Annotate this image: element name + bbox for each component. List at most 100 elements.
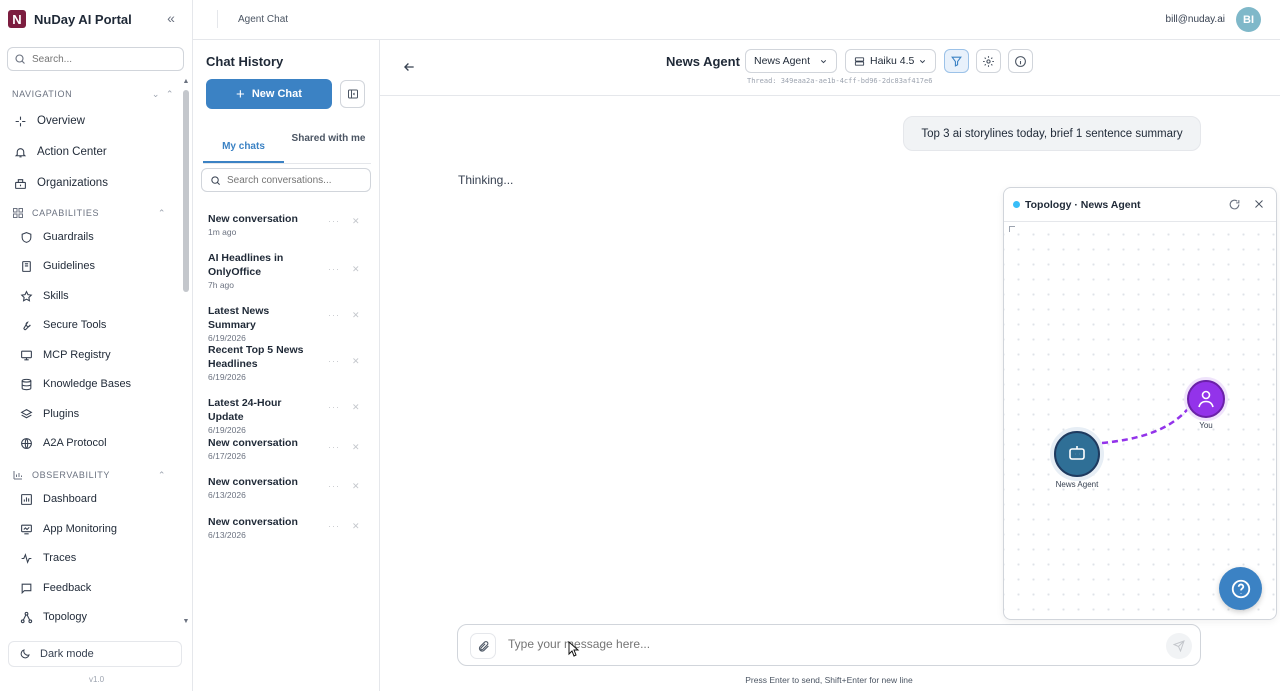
agent-select-value: News Agent <box>754 55 811 67</box>
paperclip-icon <box>478 640 489 652</box>
conversation-item[interactable]: AI Headlines in OnlyOffice 7h ago ··· ✕ <box>208 251 368 290</box>
nav-organizations-label: Organizations <box>37 177 108 189</box>
conversation-item[interactable]: Latest 24-Hour Update 6/19/2026 ··· ✕ <box>208 396 368 435</box>
conversation-search-input[interactable] <box>227 174 367 186</box>
collapse-sidebar-icon[interactable]: « <box>162 10 180 28</box>
wrench-icon <box>23 320 31 330</box>
tab-shared-with-me[interactable]: Shared with me <box>291 133 366 144</box>
delete-conversation-icon[interactable]: ✕ <box>352 216 360 227</box>
tab-my-chats[interactable]: My chats <box>203 141 284 152</box>
conversation-time: 6/19/2026 <box>208 333 246 343</box>
nav-knowledge-bases-label: Knowledge Bases <box>43 378 132 390</box>
collapse-all-icon[interactable]: ⌃ <box>166 89 174 100</box>
delete-conversation-icon[interactable]: ✕ <box>352 402 360 413</box>
capabilities-section-header[interactable]: CAPABILITIES ⌃ <box>12 207 172 219</box>
help-button[interactable] <box>1219 567 1262 610</box>
scroll-down-arrow[interactable]: ▼ <box>182 618 190 625</box>
observability-section-header[interactable]: OBSERVABILITY ⌃ <box>12 469 172 481</box>
moon-icon <box>20 649 30 659</box>
header-divider <box>380 95 1280 96</box>
brand[interactable]: N NuDay AI Portal <box>8 9 132 29</box>
more-options-icon[interactable]: ··· <box>328 216 340 226</box>
delete-conversation-icon[interactable]: ✕ <box>352 264 360 275</box>
nav-overview-label: Overview <box>37 115 85 127</box>
delete-conversation-icon[interactable]: ✕ <box>352 481 360 492</box>
nav-skills[interactable]: Skills <box>20 285 180 307</box>
nav-organizations[interactable]: Organizations <box>14 172 174 194</box>
conversation-item[interactable]: New conversation 6/13/2026 ··· ✕ <box>208 515 368 540</box>
conversation-search[interactable] <box>201 168 371 192</box>
nav-overview[interactable]: Overview <box>14 110 174 132</box>
conversation-item[interactable]: New conversation 1m ago ··· ✕ <box>208 212 368 237</box>
chart-icon <box>21 493 32 505</box>
more-options-icon[interactable]: ··· <box>328 442 340 452</box>
sidebar: N NuDay AI Portal « NAVIGATION ⌄ ⌃ Overv… <box>0 0 193 691</box>
send-button[interactable] <box>1166 633 1192 659</box>
toggle-history-panel-button[interactable] <box>340 80 365 108</box>
more-options-icon[interactable]: ··· <box>328 356 340 366</box>
nav-secure-tools-label: Secure Tools <box>43 319 107 331</box>
nav-traces[interactable]: Traces <box>20 547 180 569</box>
avatar[interactable]: BI <box>1236 7 1261 32</box>
topology-toggle-button[interactable] <box>944 49 969 73</box>
conversation-item[interactable]: New conversation 6/13/2026 ··· ✕ <box>208 475 368 500</box>
nav-guidelines[interactable]: Guidelines <box>20 255 180 277</box>
nav-a2a-protocol[interactable]: A2A Protocol <box>20 432 180 454</box>
sidebar-scrollbar[interactable]: ▲ ▼ <box>182 78 190 628</box>
nav-topology[interactable]: Topology <box>20 606 180 628</box>
expand-all-icon[interactable]: ⌄ <box>152 89 160 100</box>
nav-secure-tools[interactable]: Secure Tools <box>20 314 180 336</box>
more-options-icon[interactable]: ··· <box>328 481 340 491</box>
refresh-icon[interactable] <box>1228 198 1241 211</box>
topology-canvas[interactable]: News Agent You <box>1004 223 1276 619</box>
nav-feedback[interactable]: Feedback <box>20 577 180 599</box>
sidebar-search-input[interactable] <box>32 53 172 65</box>
news-agent-node[interactable] <box>1054 431 1100 477</box>
back-arrow-icon[interactable] <box>402 60 416 74</box>
model-select[interactable]: Haiku 4.5 <box>845 49 936 73</box>
conversation-item[interactable]: Latest News Summary 6/19/2026 ··· ✕ <box>208 304 368 343</box>
sidebar-search[interactable] <box>7 47 184 71</box>
brand-logo: N <box>8 10 26 28</box>
delete-conversation-icon[interactable]: ✕ <box>352 442 360 453</box>
nav-mcp-registry[interactable]: MCP Registry <box>20 344 180 366</box>
info-button[interactable] <box>1008 49 1033 73</box>
nav-app-monitoring[interactable]: App Monitoring <box>20 518 180 540</box>
nav-guardrails[interactable]: Guardrails <box>20 226 180 248</box>
topology-title: Topology · News Agent <box>1025 199 1141 211</box>
search-icon <box>211 175 220 185</box>
chevron-up-icon[interactable]: ⌃ <box>158 470 166 481</box>
settings-button[interactable] <box>976 49 1001 73</box>
scroll-up-arrow[interactable]: ▲ <box>182 78 190 85</box>
attach-button[interactable] <box>470 633 496 659</box>
new-chat-button[interactable]: + New Chat <box>206 79 332 109</box>
delete-conversation-icon[interactable]: ✕ <box>352 521 360 532</box>
message-input[interactable] <box>508 637 1108 651</box>
dark-mode-toggle[interactable]: Dark mode <box>8 641 182 667</box>
conversation-time: 6/13/2026 <box>208 530 246 540</box>
scrollbar-thumb[interactable] <box>183 90 189 292</box>
chevron-up-icon[interactable]: ⌃ <box>158 208 166 219</box>
conversation-title: Recent Top 5 News Headlines <box>208 344 304 370</box>
close-icon[interactable] <box>1253 198 1265 210</box>
divider <box>217 10 218 28</box>
conversation-item[interactable]: Recent Top 5 News Headlines 6/19/2026 ··… <box>208 343 368 382</box>
conversation-title: New conversation <box>208 213 298 225</box>
more-options-icon[interactable]: ··· <box>328 402 340 412</box>
conversation-item[interactable]: New conversation 6/17/2026 ··· ✕ <box>208 436 368 461</box>
conversation-title: AI Headlines in OnlyOffice <box>208 252 284 278</box>
nav-dashboard-label: Dashboard <box>43 493 97 505</box>
nav-dashboard[interactable]: Dashboard <box>20 488 180 510</box>
delete-conversation-icon[interactable]: ✕ <box>352 310 360 321</box>
delete-conversation-icon[interactable]: ✕ <box>352 356 360 367</box>
nav-knowledge-bases[interactable]: Knowledge Bases <box>20 373 180 395</box>
more-options-icon[interactable]: ··· <box>328 264 340 274</box>
agent-select[interactable]: News Agent <box>745 49 837 73</box>
conversation-time: 6/13/2026 <box>208 490 246 500</box>
more-options-icon[interactable]: ··· <box>328 521 340 531</box>
navigation-section-header[interactable]: NAVIGATION ⌄ ⌃ <box>12 89 174 100</box>
nav-plugins[interactable]: Plugins <box>20 403 180 425</box>
nav-guardrails-label: Guardrails <box>43 231 94 243</box>
nav-action-center[interactable]: Action Center <box>14 141 174 163</box>
more-options-icon[interactable]: ··· <box>328 310 340 320</box>
